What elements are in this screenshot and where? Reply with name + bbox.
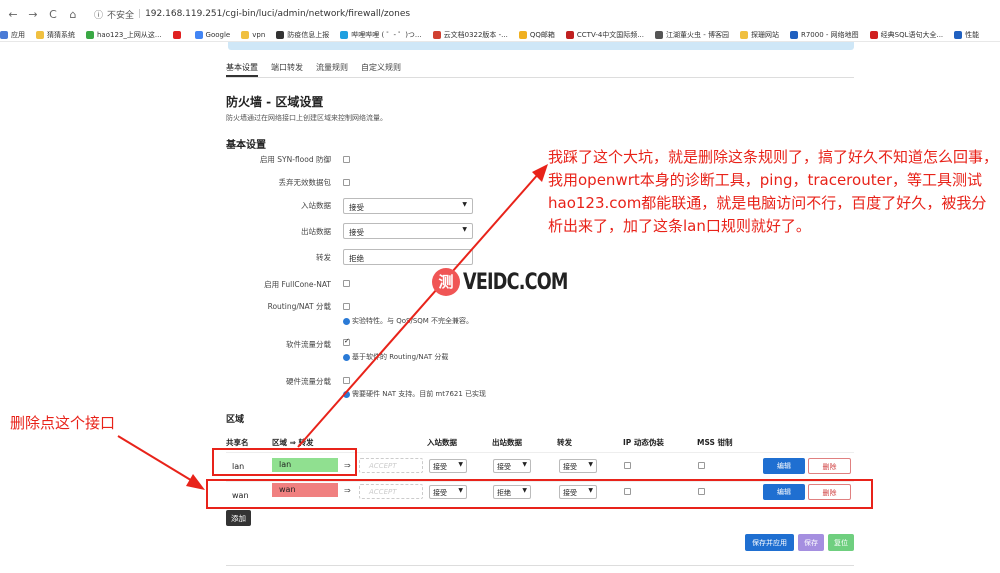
arrow-line-right [297, 171, 541, 448]
arrow-line-left [117, 435, 195, 483]
arrow-head-left [186, 474, 205, 490]
watermark-text: VEIDC.COM [463, 269, 568, 295]
watermark-logo-icon: 测 [432, 268, 460, 296]
annotation-note-left: 删除点这个接口 [10, 414, 116, 432]
annotation-note-right: 我踩了这个大坑，就是删除这条规则了，搞了好久不知道怎么回事，我用openwrt本… [548, 148, 999, 235]
watermark: 测 VEIDC.COM [432, 268, 594, 296]
